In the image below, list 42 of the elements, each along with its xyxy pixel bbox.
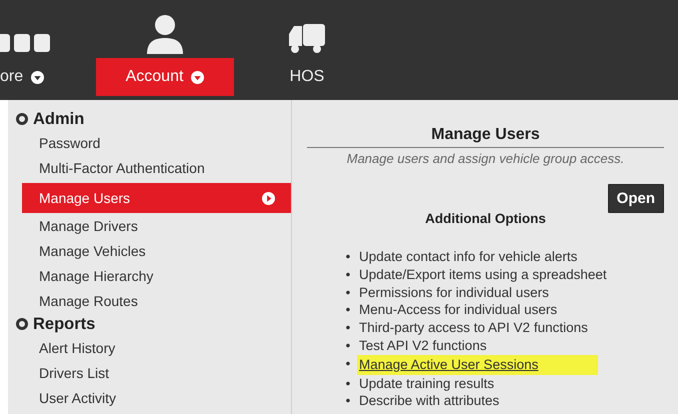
menu-item[interactable]: Manage Drivers (8, 213, 291, 238)
arrow-right-icon (262, 192, 275, 204)
panel-title: Manage Users (307, 126, 664, 148)
options-heading: Additional Options (424, 211, 547, 226)
menu-item[interactable]: Manage Users (22, 183, 291, 213)
menu-item[interactable]: User Activity (8, 385, 291, 410)
bullet: • (345, 392, 351, 410)
bullet: • (345, 248, 351, 266)
option-text: Update training results (359, 374, 494, 392)
menu-item[interactable]: Multi-Factor Authentication (8, 155, 291, 180)
nav-tab[interactable]: Account (96, 58, 234, 96)
option-text: Permissions for individual users (359, 284, 549, 302)
bullet: • (345, 354, 351, 373)
option-text: Update/Export items using a spreadsheet (359, 266, 607, 284)
panel-subtitle: Manage users and assign vehicle group access. (346, 151, 626, 166)
bullet: • (345, 266, 351, 284)
bullet: • (345, 374, 351, 392)
menu-item[interactable]: Password (8, 130, 291, 155)
option-text: Third-party access to API V2 functions (359, 319, 588, 337)
menu-item[interactable]: Alert History (8, 335, 291, 360)
bullet: • (345, 301, 351, 320)
truck-icon (287, 24, 327, 54)
bullet: • (345, 336, 351, 355)
circle-icon (16, 113, 28, 125)
circle-icon (16, 318, 28, 330)
option-text: Describe with attributes (359, 392, 500, 410)
option-text: Update contact info for vehicle alerts (359, 248, 578, 266)
bullet: • (345, 284, 351, 302)
nav-tab[interactable]: ore (0, 58, 88, 96)
menu-item[interactable]: Manage Hierarchy (8, 263, 291, 288)
section-title: Admin (33, 110, 84, 128)
menu-item[interactable]: Manage Routes (8, 288, 291, 313)
person-icon (145, 14, 185, 54)
open-button[interactable]: Open (608, 184, 664, 213)
option-text: Menu-Access for individual users (359, 301, 558, 320)
menu-item[interactable]: Manage Vehicles (8, 238, 291, 263)
option-link[interactable]: Manage Active User Sessions (357, 354, 598, 375)
nav-tab[interactable]: HOS (242, 58, 372, 96)
section-title: Reports (33, 314, 96, 334)
option-text: Test API V2 functions (359, 336, 487, 355)
menu-item[interactable]: Drivers List (8, 360, 291, 385)
bullet: • (345, 319, 351, 337)
